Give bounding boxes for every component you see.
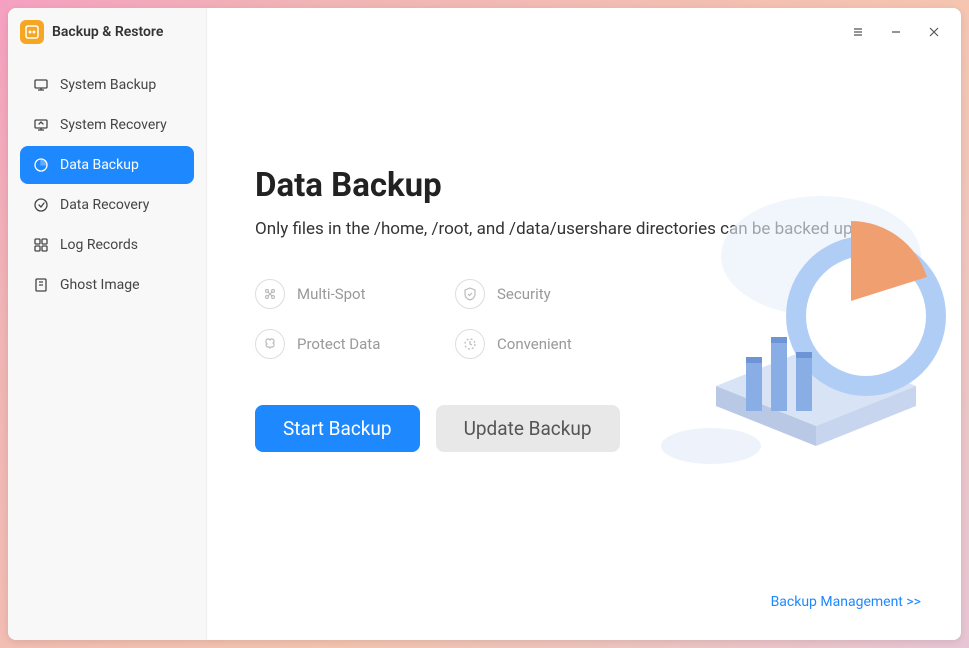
sidebar-item-label: Data Recovery bbox=[60, 197, 149, 213]
sidebar-header: Backup & Restore bbox=[8, 8, 206, 56]
sidebar-item-label: Ghost Image bbox=[60, 277, 140, 293]
sidebar-item-data-recovery[interactable]: Data Recovery bbox=[20, 186, 194, 224]
feature-multi-spot: Multi-Spot bbox=[255, 279, 445, 309]
feature-label: Security bbox=[497, 285, 551, 303]
feature-protect-data: Protect Data bbox=[255, 329, 445, 359]
sidebar-item-label: System Recovery bbox=[60, 117, 167, 133]
log-records-icon bbox=[32, 236, 50, 254]
multi-spot-icon bbox=[255, 279, 285, 309]
sidebar-item-system-backup[interactable]: System Backup bbox=[20, 66, 194, 104]
app-window: Backup & Restore System Backup bbox=[8, 8, 961, 640]
update-backup-button[interactable]: Update Backup bbox=[436, 405, 620, 452]
menu-button[interactable] bbox=[839, 13, 877, 51]
sidebar-item-log-records[interactable]: Log Records bbox=[20, 226, 194, 264]
sidebar-item-label: Data Backup bbox=[60, 157, 139, 173]
feature-label: Protect Data bbox=[297, 335, 380, 353]
page-description: Only files in the /home, /root, and /dat… bbox=[255, 219, 913, 239]
backup-management-link[interactable]: Backup Management >> bbox=[771, 594, 921, 610]
app-title: Backup & Restore bbox=[52, 24, 163, 40]
protect-data-icon bbox=[255, 329, 285, 359]
feature-label: Convenient bbox=[497, 335, 572, 353]
ghost-image-icon bbox=[32, 276, 50, 294]
nav: System Backup System Recovery bbox=[8, 56, 206, 316]
security-icon bbox=[455, 279, 485, 309]
sidebar: Backup & Restore System Backup bbox=[8, 8, 207, 640]
minimize-button[interactable] bbox=[877, 13, 915, 51]
data-backup-icon bbox=[32, 156, 50, 174]
feature-label: Multi-Spot bbox=[297, 285, 366, 303]
page-title: Data Backup bbox=[255, 166, 913, 205]
feature-convenient: Convenient bbox=[455, 329, 645, 359]
content: Data Backup Only files in the /home, /ro… bbox=[207, 56, 961, 640]
sidebar-item-label: System Backup bbox=[60, 77, 156, 93]
features: Multi-Spot Security bbox=[255, 279, 913, 359]
sidebar-item-label: Log Records bbox=[60, 237, 138, 253]
sidebar-item-data-backup[interactable]: Data Backup bbox=[20, 146, 194, 184]
start-backup-button[interactable]: Start Backup bbox=[255, 405, 420, 452]
app-icon bbox=[20, 20, 44, 44]
convenient-icon bbox=[455, 329, 485, 359]
actions: Start Backup Update Backup bbox=[255, 405, 913, 452]
close-button[interactable] bbox=[915, 13, 953, 51]
system-recovery-icon bbox=[32, 116, 50, 134]
data-recovery-icon bbox=[32, 196, 50, 214]
sidebar-item-ghost-image[interactable]: Ghost Image bbox=[20, 266, 194, 304]
sidebar-item-system-recovery[interactable]: System Recovery bbox=[20, 106, 194, 144]
feature-security: Security bbox=[455, 279, 645, 309]
system-backup-icon bbox=[32, 76, 50, 94]
titlebar bbox=[207, 8, 961, 56]
main: Data Backup Only files in the /home, /ro… bbox=[207, 8, 961, 640]
